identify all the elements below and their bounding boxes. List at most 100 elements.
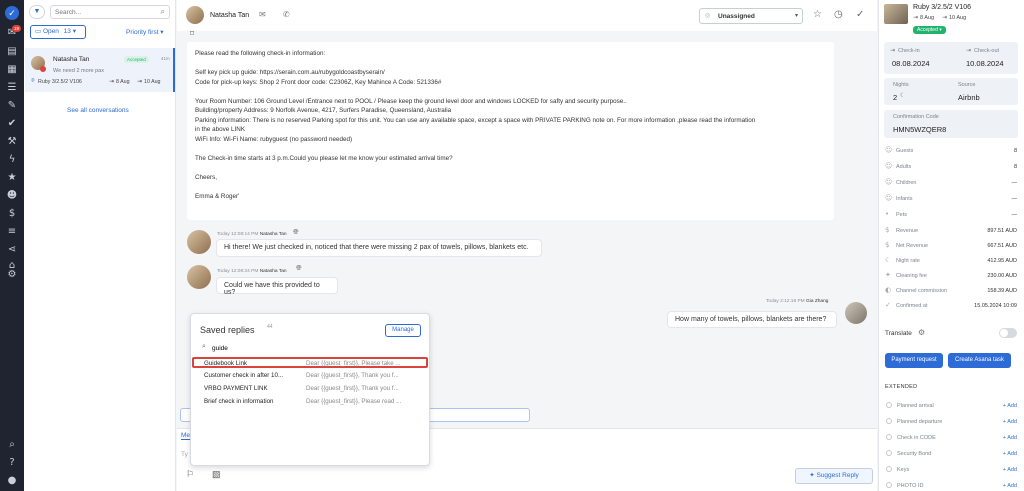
planned-departure-label: Planned departure	[897, 419, 943, 425]
tag-icon[interactable]: ⌑	[190, 29, 194, 38]
globe-icon: 🌐︎	[293, 229, 299, 236]
suggest-reply-button[interactable]: ✦ Suggest Reply	[795, 468, 873, 484]
calendar-icon[interactable]: ▦	[5, 63, 19, 77]
confirmed-at-value: 15.05.2024 10:09	[974, 303, 1017, 309]
wrench-icon[interactable]: ⚒	[5, 135, 19, 149]
pets-label: Pets	[896, 212, 908, 218]
create-asana-task-button[interactable]: Create Asana task	[948, 353, 1011, 368]
checkin-message-line: Emma & Roger'	[195, 192, 240, 200]
keys-check[interactable]	[886, 466, 892, 472]
status-badge[interactable]: Accepted ▾	[913, 26, 946, 34]
chevron-down-icon: ▾	[794, 13, 798, 19]
saved-reply-row[interactable]: Customer check in after 10... Dear {{gue…	[192, 371, 428, 382]
infants-label: Infants	[896, 196, 913, 202]
translate-toggle[interactable]	[999, 328, 1017, 338]
planned-departure-check[interactable]	[886, 418, 892, 424]
children-label: Children	[896, 180, 917, 186]
brush-icon[interactable]: ✎	[5, 99, 19, 113]
adults-label: Adults	[896, 164, 912, 170]
chevron-down-icon: ▾	[937, 27, 942, 33]
gear-icon[interactable]: ⚙	[918, 328, 925, 337]
profile-icon[interactable]: ●	[5, 474, 19, 488]
sort-dropdown[interactable]: Priority first ▾	[126, 28, 164, 36]
checkin-message-line	[195, 182, 826, 192]
search-field[interactable]: ⌕	[50, 5, 170, 19]
keys-add-link[interactable]: + Add	[1003, 467, 1017, 473]
notification-badge: 19	[12, 25, 22, 32]
inbox-icon: ▭	[35, 28, 43, 35]
list-icon[interactable]: ≡	[5, 225, 19, 239]
conversation-time: 41m	[161, 56, 170, 61]
photo-id-check[interactable]	[886, 482, 892, 488]
children-icon: ☺	[885, 178, 893, 186]
photo-id-add-link[interactable]: + Add	[1003, 483, 1017, 489]
users-icon[interactable]: ☻	[5, 189, 19, 203]
assignee-dropdown[interactable]: ◎ Unassigned ▾	[699, 8, 803, 24]
security-bond-add-link[interactable]: + Add	[1003, 451, 1017, 457]
dollar-icon[interactable]: $	[5, 207, 19, 221]
email-icon[interactable]: ✉	[259, 10, 266, 19]
bolt-icon[interactable]: ϟ	[5, 153, 19, 167]
star-icon[interactable]: ☆	[813, 9, 822, 20]
check-in-code-add-link[interactable]: + Add	[1003, 435, 1017, 441]
payment-request-button[interactable]: Payment request	[885, 353, 943, 368]
help-icon[interactable]: ?	[5, 456, 19, 470]
toggle-knob	[1000, 329, 1008, 337]
inbox-tray-icon[interactable]: ▤	[5, 45, 19, 59]
cleaning-fee-value: 230.00 AUD	[987, 273, 1017, 279]
saved-replies-search-input[interactable]	[212, 343, 412, 353]
left-nav-rail: ✓ ✉ 19 ▤ ▦ ☰ ✎ ✔ ⚒ ϟ ★ ☻ $ ≡ ⋖ ⌂ ⚙ ⌕ ? ●	[0, 0, 24, 491]
checkout-value: 10.08.2024	[966, 59, 1004, 68]
message-meta: Today 12:08:14 PM Natasha Tan	[217, 232, 287, 237]
status-filter-dropdown[interactable]: ▭ Open 13 ▾	[30, 25, 86, 39]
chevron-down-icon: ▾	[72, 28, 76, 35]
checkin-icon: ⇥	[109, 79, 115, 85]
message-time: Today 12:08:24 PM	[217, 269, 259, 274]
app-logo-icon[interactable]: ✓	[5, 6, 19, 20]
filter-button[interactable]: ▼	[29, 5, 45, 19]
settings-icon[interactable]: ⚙	[5, 268, 19, 282]
guest-name: Natasha Tan	[53, 56, 90, 63]
compose-placeholder[interactable]: Ty	[181, 451, 188, 458]
moon-icon: ☾	[900, 93, 906, 99]
check-in-code-check[interactable]	[886, 434, 892, 440]
saved-reply-row[interactable]: VRBO PAYMENT LINK Dear {{guest_first}}, …	[192, 384, 428, 395]
chat-header: Natasha Tan ✉ ✆ ◎ Unassigned ▾ ☆ ◷ ✓	[177, 0, 877, 31]
compose-tab-message[interactable]: Me	[181, 432, 191, 440]
children-value: —	[1011, 180, 1018, 186]
manage-button[interactable]: Manage	[385, 324, 421, 337]
image-icon[interactable]: ▧	[212, 469, 221, 480]
search-input[interactable]	[51, 6, 151, 18]
saved-replies-icon[interactable]: ⚐	[186, 469, 194, 480]
planned-arrival-add-link[interactable]: + Add	[1003, 403, 1017, 409]
checkin-message-line: Please read the following check-in infor…	[195, 50, 326, 57]
checkout-icon: ⇥	[137, 79, 143, 85]
globe-icon: 🌐︎	[296, 265, 302, 272]
star-icon[interactable]: ★	[5, 171, 19, 185]
clock-icon[interactable]: ◷	[834, 9, 843, 20]
checkin-label: Check-in	[898, 48, 920, 54]
resolve-check-icon[interactable]: ✓	[856, 9, 864, 20]
search-icon[interactable]: ⌕	[5, 438, 19, 452]
checkin-message-bubble: Please read the following check-in infor…	[187, 42, 834, 220]
planned-arrival-check[interactable]	[886, 402, 892, 408]
phone-icon[interactable]: ✆	[283, 10, 290, 19]
cleaning-fee-label: Cleaning fee	[896, 273, 927, 279]
conversation-item[interactable]: Natasha Tan Accepted 41m We need 2 more …	[25, 48, 175, 92]
share-icon[interactable]: ⋖	[5, 243, 19, 257]
message-time: Today 2:12:18 PM	[766, 299, 805, 304]
avatar	[187, 265, 211, 289]
planned-departure-add-link[interactable]: + Add	[1003, 419, 1017, 425]
guests-value: 8	[1013, 148, 1017, 154]
message-time: Today 12:08:14 PM	[217, 232, 259, 237]
saved-reply-row[interactable]: Guidebook Link Dear {{guest_first}}, Ple…	[192, 357, 428, 368]
see-all-conversations-link[interactable]: See all conversations	[67, 107, 129, 114]
security-bond-check[interactable]	[886, 450, 892, 456]
checkin-message-line: Code for pick-up keys: Shop 2 Front door…	[195, 78, 442, 86]
message-text: Could we have this provided to us?	[224, 282, 320, 296]
check-icon[interactable]: ✔	[5, 117, 19, 131]
saved-reply-row[interactable]: Brief check in information Dear {{guest_…	[192, 397, 428, 408]
checklist-icon[interactable]: ☰	[5, 81, 19, 95]
message-author: Natasha Tan	[259, 232, 287, 237]
net-revenue-label: Net Revenue	[896, 243, 929, 249]
